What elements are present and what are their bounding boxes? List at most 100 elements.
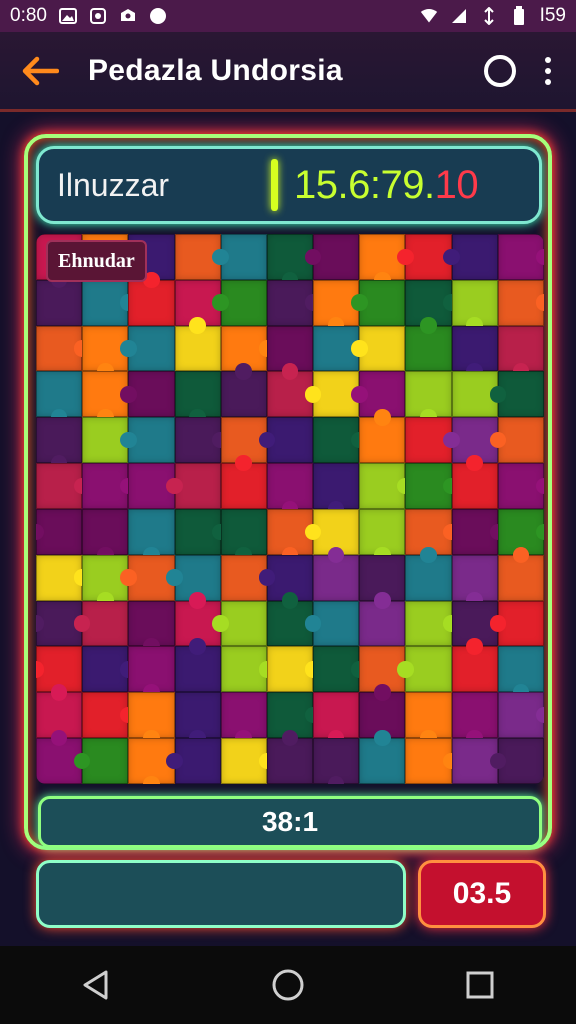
more-dot: [545, 67, 551, 74]
puzzle-piece[interactable]: [36, 325, 83, 372]
puzzle-piece[interactable]: [451, 554, 498, 601]
puzzle-piece[interactable]: [174, 463, 221, 509]
puzzle-piece[interactable]: [220, 508, 267, 555]
puzzle-piece[interactable]: [405, 600, 452, 647]
circle-icon: [484, 54, 516, 87]
puzzle-piece[interactable]: [359, 738, 406, 784]
puzzle-piece[interactable]: [266, 279, 314, 326]
puzzle-piece[interactable]: [174, 371, 221, 418]
puzzle-piece[interactable]: [36, 417, 83, 464]
puzzle-piece[interactable]: [313, 692, 360, 739]
puzzle-piece[interactable]: [36, 371, 83, 418]
puzzle-piece[interactable]: [220, 279, 267, 326]
puzzle-piece[interactable]: [174, 417, 221, 464]
puzzle-piece[interactable]: [313, 554, 360, 601]
puzzle-piece[interactable]: [359, 463, 406, 509]
puzzle-piece[interactable]: [497, 600, 544, 647]
puzzle-piece[interactable]: [220, 692, 267, 739]
puzzle-piece[interactable]: [405, 738, 452, 784]
puzzle-piece[interactable]: [128, 325, 175, 372]
puzzle-piece[interactable]: [128, 600, 175, 647]
puzzle-piece[interactable]: [128, 279, 175, 326]
puzzle-piece[interactable]: [174, 738, 221, 784]
puzzle-piece[interactable]: [497, 234, 544, 280]
action-bar[interactable]: [36, 860, 406, 928]
puzzle-piece[interactable]: [220, 646, 267, 693]
puzzle-piece[interactable]: [82, 463, 129, 509]
puzzle-piece[interactable]: [128, 371, 175, 418]
puzzle-piece[interactable]: [82, 738, 129, 784]
puzzle-piece[interactable]: [405, 371, 452, 418]
puzzle-piece[interactable]: [82, 692, 129, 739]
nav-back-button[interactable]: [56, 955, 136, 1015]
puzzle-piece[interactable]: [497, 279, 544, 326]
back-button[interactable]: [10, 41, 70, 101]
puzzle-piece[interactable]: [220, 463, 267, 509]
puzzle-piece[interactable]: [128, 417, 175, 464]
puzzle-piece[interactable]: [266, 417, 314, 464]
puzzle-piece[interactable]: [497, 417, 544, 464]
puzzle-piece[interactable]: [451, 234, 498, 280]
puzzle-piece[interactable]: [451, 279, 498, 326]
puzzle-piece[interactable]: [128, 692, 175, 739]
puzzle-piece[interactable]: [497, 325, 544, 372]
nav-recents-button[interactable]: [440, 955, 520, 1015]
puzzle-piece[interactable]: [220, 738, 267, 784]
puzzle-piece[interactable]: [359, 325, 406, 372]
circle-button[interactable]: [472, 43, 528, 99]
puzzle-piece[interactable]: [82, 279, 129, 326]
puzzle-piece[interactable]: [174, 325, 221, 372]
puzzle-piece[interactable]: [359, 279, 406, 326]
puzzle-piece[interactable]: [405, 554, 452, 601]
puzzle-piece[interactable]: [497, 646, 544, 693]
puzzle-piece[interactable]: [36, 279, 83, 326]
puzzle-piece[interactable]: [266, 646, 314, 693]
puzzle-piece[interactable]: [313, 234, 360, 280]
puzzle-piece[interactable]: [313, 738, 360, 784]
puzzle-piece[interactable]: [497, 463, 544, 509]
puzzle-piece[interactable]: [359, 508, 406, 555]
puzzle-piece[interactable]: [174, 692, 221, 739]
puzzle-piece[interactable]: [359, 417, 406, 464]
puzzle-piece[interactable]: [405, 646, 452, 693]
puzzle-piece[interactable]: [497, 738, 544, 784]
puzzle-piece[interactable]: [451, 646, 498, 693]
puzzle-piece[interactable]: [451, 325, 498, 372]
puzzle-piece[interactable]: [405, 325, 452, 372]
puzzle-piece[interactable]: [128, 646, 175, 693]
puzzle-piece[interactable]: [36, 508, 83, 555]
puzzle-piece[interactable]: [313, 417, 360, 464]
puzzle-piece[interactable]: [82, 600, 129, 647]
puzzle-piece[interactable]: [220, 600, 267, 647]
puzzle-piece[interactable]: [405, 692, 452, 739]
counter-button[interactable]: 03.5: [418, 860, 546, 928]
puzzle-piece[interactable]: [359, 600, 406, 647]
puzzle-piece[interactable]: [82, 646, 129, 693]
puzzle-board[interactable]: Ehnudar: [36, 234, 544, 784]
puzzle-piece[interactable]: [313, 646, 360, 693]
puzzle-piece[interactable]: [497, 692, 544, 739]
puzzle-piece[interactable]: [82, 508, 129, 555]
status-time: 0:80: [10, 5, 47, 26]
nav-home-button[interactable]: [248, 955, 328, 1015]
puzzle-piece[interactable]: [451, 463, 498, 509]
puzzle-piece[interactable]: [220, 234, 267, 280]
puzzle-piece[interactable]: [313, 600, 360, 647]
puzzle-piece[interactable]: [405, 463, 452, 509]
puzzle-piece[interactable]: [174, 508, 221, 555]
puzzle-piece[interactable]: [313, 463, 360, 509]
puzzle-piece[interactable]: [266, 738, 314, 784]
puzzle-piece[interactable]: [220, 371, 267, 418]
puzzle-piece[interactable]: [36, 554, 83, 601]
more-menu-button[interactable]: [528, 43, 568, 99]
puzzle-piece[interactable]: [266, 463, 314, 509]
puzzle-piece[interactable]: [174, 646, 221, 693]
puzzle-piece[interactable]: [451, 508, 498, 555]
puzzle-piece[interactable]: [36, 463, 83, 509]
puzzle-piece[interactable]: [497, 371, 544, 418]
compass-icon: [149, 7, 167, 25]
page-title: Pedazla Undorsia: [88, 53, 343, 87]
puzzle-piece[interactable]: [497, 554, 544, 601]
puzzle-piece[interactable]: [451, 692, 498, 739]
puzzle-piece[interactable]: [128, 508, 175, 555]
